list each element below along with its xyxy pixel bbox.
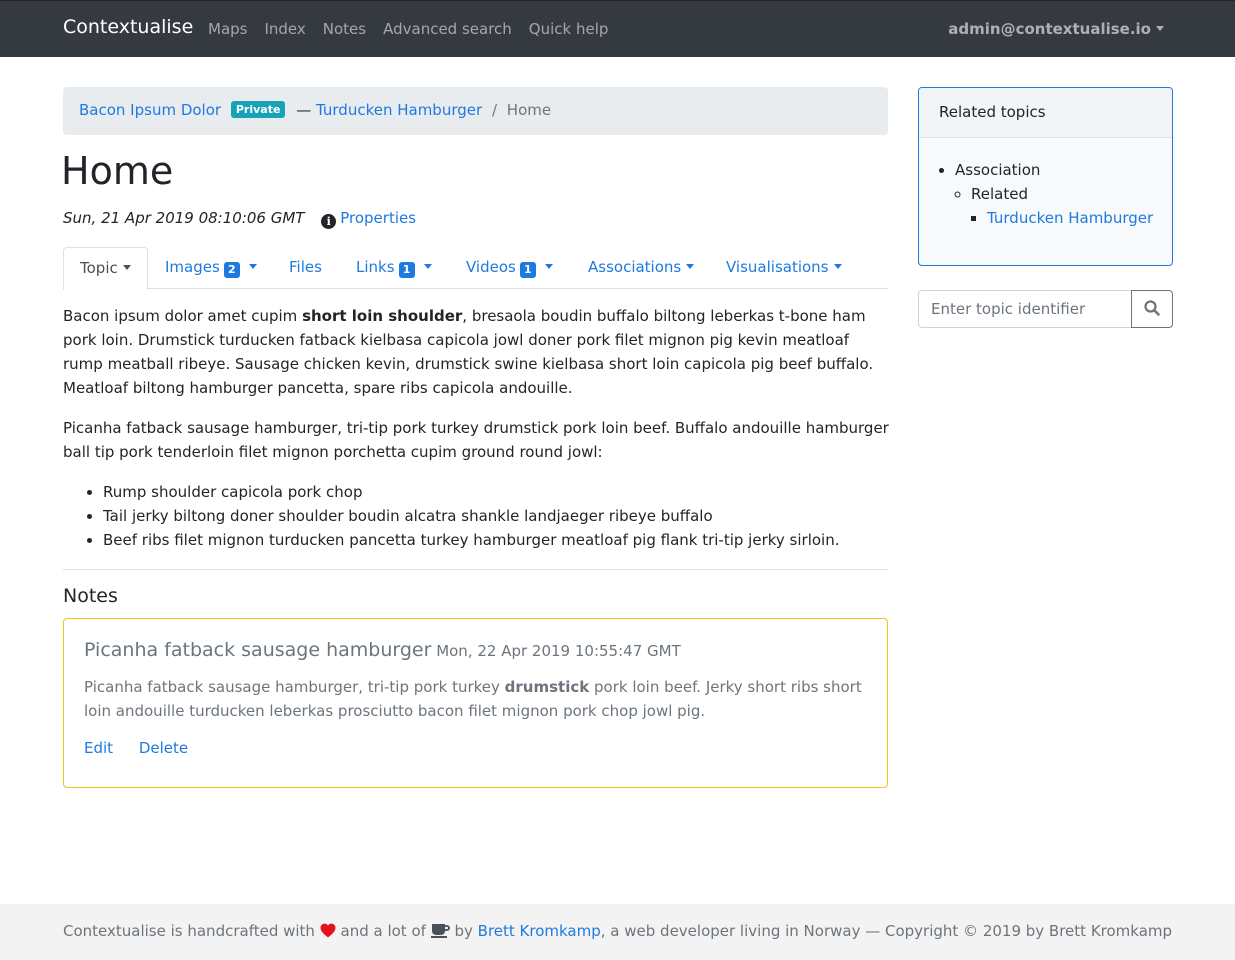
nav-link-notes[interactable]: Notes — [323, 20, 366, 38]
tab-images-label: Images — [165, 258, 220, 276]
footer-text: by — [454, 922, 473, 940]
author-link[interactable]: Brett Kromkamp — [478, 922, 601, 940]
role-item: Related Turducken Hamburger — [971, 182, 1156, 230]
breadcrumb-parent-link[interactable]: Turducken Hamburger — [316, 101, 482, 119]
links-count-badge: 1 — [398, 262, 415, 278]
footer-text: , a web developer living in Norway — Cop… — [600, 922, 1173, 940]
notes-heading: Notes — [63, 585, 118, 607]
tab-videos-label: Videos — [466, 258, 516, 276]
images-count-badge: 2 — [223, 262, 240, 278]
list-item: Rump shoulder capicola pork chop — [103, 480, 891, 504]
related-topic-link[interactable]: Turducken Hamburger — [987, 209, 1153, 227]
related-topics-body: Association Related Turducken Hamburger — [919, 138, 1172, 250]
videos-count-badge: 1 — [519, 262, 536, 278]
search-icon — [1144, 299, 1160, 316]
text-run: Picanha fatback sausage hamburger, tri-t… — [84, 678, 505, 696]
bold-text: drumstick — [504, 678, 590, 696]
tab-links-label: Links — [356, 258, 395, 276]
caret-down-icon — [686, 264, 695, 269]
user-email: admin@contextualise.io — [948, 20, 1151, 38]
role-label: Related — [971, 185, 1028, 203]
nav-link-maps[interactable]: Maps — [208, 20, 247, 38]
tab-videos[interactable]: Videos 1 — [466, 247, 553, 289]
content-paragraph: Picanha fatback sausage hamburger, tri-t… — [63, 419, 889, 461]
list-item: Beef ribs filet mignon turducken pancett… — [103, 528, 891, 552]
breadcrumb-dash: — — [296, 101, 312, 119]
related-topic-list: Turducken Hamburger — [971, 206, 1156, 230]
properties-link[interactable]: Properties — [340, 209, 416, 227]
association-item: Association Related Turducken Hamburger — [955, 158, 1156, 230]
breadcrumb: Bacon Ipsum Dolor Private — Turducken Ha… — [63, 87, 888, 135]
delete-note-link[interactable]: Delete — [139, 739, 188, 757]
tab-visualisations[interactable]: Visualisations — [726, 247, 842, 289]
nav-links: Maps Index Notes Advanced search Quick h… — [208, 20, 625, 38]
caret-down-icon — [248, 264, 257, 269]
footer-text: and a lot of — [340, 922, 426, 940]
role-list: Related Turducken Hamburger — [955, 182, 1156, 230]
private-badge: Private — [230, 101, 286, 118]
tab-associations[interactable]: Associations — [588, 247, 695, 289]
bold-text: short loin shoulder — [302, 307, 463, 325]
search-button[interactable] — [1131, 290, 1173, 328]
brand-link[interactable]: Contextualise — [63, 16, 193, 38]
tab-links[interactable]: Links 1 — [356, 247, 432, 289]
related-topics-header: Related topics — [919, 88, 1172, 138]
tab-images[interactable]: Images 2 — [165, 247, 257, 289]
association-label: Association — [955, 161, 1041, 179]
nav-link-quick-help[interactable]: Quick help — [529, 20, 609, 38]
topic-identifier-input[interactable] — [918, 290, 1132, 328]
tab-associations-label: Associations — [588, 258, 682, 276]
breadcrumb-map-link[interactable]: Bacon Ipsum Dolor — [79, 101, 221, 119]
caret-down-icon — [544, 264, 553, 269]
page-title: Home — [61, 149, 174, 193]
topic-meta: Sun, 21 Apr 2019 08:10:06 GMT i Propertie… — [63, 209, 416, 229]
topic-content: Bacon ipsum dolor amet cupim short loin … — [63, 304, 891, 552]
note-body: Picanha fatback sausage hamburger, tri-t… — [84, 675, 867, 723]
topic-search-form — [918, 290, 1173, 328]
info-icon: i — [321, 214, 337, 229]
top-navbar: Contextualise Maps Index Notes Advanced … — [0, 0, 1235, 57]
note-card: Picanha fatback sausage hamburger Mon, 2… — [63, 618, 888, 788]
tab-topic[interactable]: Topic — [63, 247, 148, 290]
tab-topic-label: Topic — [80, 259, 118, 277]
caret-down-icon — [122, 265, 131, 270]
related-topic-item: Turducken Hamburger — [987, 206, 1156, 230]
nav-link-index[interactable]: Index — [264, 20, 305, 38]
caret-down-icon — [423, 264, 432, 269]
related-topics-card: Related topics Association Related Turdu… — [918, 87, 1173, 266]
caret-down-icon — [1156, 26, 1164, 31]
footer: Contextualise is handcrafted with and a … — [0, 904, 1235, 960]
association-list: Association Related Turducken Hamburger — [935, 158, 1156, 230]
nav-link-advanced-search[interactable]: Advanced search — [383, 20, 512, 38]
content-bullet-list: Rump shoulder capicola pork chop Tail je… — [63, 480, 891, 552]
divider — [63, 569, 888, 570]
breadcrumb-divider: / — [491, 101, 498, 119]
coffee-icon — [430, 924, 450, 938]
caret-down-icon — [833, 264, 842, 269]
edit-note-link[interactable]: Edit — [84, 739, 113, 757]
list-item: Tail jerky biltong doner shoulder boudin… — [103, 504, 891, 528]
heart-icon — [320, 923, 336, 938]
tab-files[interactable]: Files — [289, 247, 322, 289]
user-menu-dropdown[interactable]: admin@contextualise.io — [948, 20, 1164, 38]
note-actions: Edit Delete — [84, 739, 867, 757]
note-date: Mon, 22 Apr 2019 10:55:47 GMT — [436, 642, 681, 660]
content-paragraph: Bacon ipsum dolor amet cupim short loin … — [63, 304, 891, 400]
tab-files-label: Files — [289, 258, 322, 276]
topic-timestamp: Sun, 21 Apr 2019 08:10:06 GMT — [63, 209, 305, 227]
breadcrumb-current: Home — [506, 101, 552, 119]
tab-visualisations-label: Visualisations — [726, 258, 829, 276]
text-run: Bacon ipsum dolor amet cupim — [63, 307, 303, 325]
footer-text: Contextualise is handcrafted with — [63, 922, 315, 940]
topic-tabs: Topic Images 2 Files Links 1 Videos 1 Assoc… — [63, 247, 888, 290]
note-title: Picanha fatback sausage hamburger — [84, 639, 432, 661]
note-header: Picanha fatback sausage hamburger Mon, 2… — [84, 639, 867, 661]
